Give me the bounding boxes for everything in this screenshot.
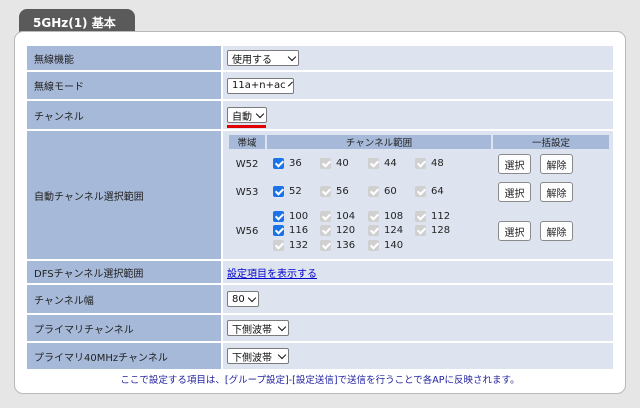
row-auto-range: 自動チャンネル選択範囲 帯域 チャンネル範囲 一括設定 W52 36 40 44… bbox=[27, 131, 613, 259]
row-mode: 無線モード 11a+n+ac bbox=[27, 72, 613, 99]
channel-label: チャンネル bbox=[27, 101, 221, 129]
channel-highlight-underline bbox=[227, 125, 266, 128]
channel-checkbox[interactable]: 52 bbox=[273, 186, 302, 197]
channel-checkbox: 120 bbox=[320, 225, 355, 236]
header-band: 帯域 bbox=[229, 135, 265, 149]
checkbox-checked-icon bbox=[273, 186, 284, 197]
page-tab: 5GHz(1) 基本 bbox=[19, 9, 135, 33]
header-channel-range: チャンネル範囲 bbox=[267, 135, 491, 149]
row-channel: チャンネル 自動 bbox=[27, 101, 613, 129]
width-select[interactable]: 80 bbox=[227, 291, 259, 307]
wireless-label: 無線機能 bbox=[27, 46, 221, 70]
channel-checkbox: 124 bbox=[368, 225, 403, 236]
channel-checkbox[interactable]: 100 bbox=[273, 211, 308, 222]
checkbox-disabled-icon bbox=[415, 186, 426, 197]
channel-checkbox: 128 bbox=[415, 225, 450, 236]
width-label: チャンネル幅 bbox=[27, 285, 221, 313]
checkbox-disabled-icon bbox=[368, 225, 379, 236]
w56-clear-button[interactable]: 解除 bbox=[540, 221, 573, 241]
width-select-value: 80 bbox=[232, 293, 245, 305]
checkbox-disabled-icon bbox=[320, 158, 331, 169]
row-width: チャンネル幅 80 bbox=[27, 285, 613, 313]
wireless-select-value: 使用する bbox=[232, 54, 272, 66]
channel-checkbox: 60 bbox=[368, 186, 397, 197]
row-dfs: DFSチャンネル選択範囲 設定項目を表示する bbox=[27, 261, 613, 283]
channel-checkbox: 48 bbox=[415, 158, 444, 169]
channel-checkbox: 132 bbox=[273, 240, 308, 251]
auto-range-label: 自動チャンネル選択範囲 bbox=[27, 131, 221, 259]
channel-checkbox: 40 bbox=[320, 158, 349, 169]
band-w52: W52 bbox=[229, 151, 265, 177]
w52-bulk: 選択 解除 bbox=[493, 151, 609, 177]
w53-channels: 52 56 60 64 bbox=[267, 179, 491, 205]
chevron-down-icon bbox=[247, 293, 257, 302]
header-bulk: 一括設定 bbox=[493, 135, 609, 149]
w52-clear-button[interactable]: 解除 bbox=[540, 154, 573, 174]
chevron-down-icon bbox=[287, 52, 297, 61]
channel-checkbox: 140 bbox=[368, 240, 403, 251]
w52-select-button[interactable]: 選択 bbox=[498, 154, 531, 174]
mode-select-value: 11a+n+ac bbox=[232, 80, 286, 91]
w52-channels: 36 40 44 48 bbox=[267, 151, 491, 177]
channel-checkbox: 112 bbox=[415, 211, 450, 222]
channel-checkbox: 136 bbox=[320, 240, 355, 251]
checkbox-disabled-icon bbox=[368, 240, 379, 251]
channel-checkbox: 64 bbox=[415, 186, 444, 197]
checkbox-disabled-icon bbox=[320, 240, 331, 251]
row-primary: プライマリチャンネル 下側波帯 bbox=[27, 315, 613, 341]
chevron-down-icon bbox=[277, 322, 287, 331]
checkbox-disabled-icon bbox=[415, 211, 426, 222]
checkbox-checked-icon bbox=[273, 158, 284, 169]
band-w56: W56 bbox=[229, 207, 265, 255]
primary40-label: プライマリ40MHzチャンネル bbox=[27, 343, 221, 369]
row-primary40: プライマリ40MHzチャンネル 下側波帯 bbox=[27, 343, 613, 369]
footer-note: ここで設定する項目は、[グループ設定]-[設定送信]で送信を行うことで各APに反… bbox=[120, 375, 520, 386]
channel-checkbox[interactable]: 36 bbox=[273, 158, 302, 169]
primary40-select-value: 下側波帯 bbox=[232, 352, 272, 364]
chevron-down-icon bbox=[277, 350, 287, 359]
checkbox-disabled-icon bbox=[368, 186, 379, 197]
checkbox-checked-icon bbox=[273, 211, 284, 222]
checkbox-disabled-icon bbox=[273, 240, 284, 251]
checkbox-checked-icon bbox=[273, 225, 284, 236]
w56-select-button[interactable]: 選択 bbox=[498, 221, 531, 241]
band-w53: W53 bbox=[229, 179, 265, 205]
row-wireless: 無線機能 使用する bbox=[27, 46, 613, 70]
chevron-down-icon bbox=[255, 109, 265, 118]
channel-checkbox: 56 bbox=[320, 186, 349, 197]
checkbox-disabled-icon bbox=[415, 158, 426, 169]
wireless-select[interactable]: 使用する bbox=[227, 50, 299, 66]
mode-label: 無線モード bbox=[27, 72, 221, 99]
checkbox-disabled-icon bbox=[320, 225, 331, 236]
channel-checkbox[interactable]: 116 bbox=[273, 225, 308, 236]
checkbox-disabled-icon bbox=[368, 158, 379, 169]
channel-select[interactable]: 自動 bbox=[227, 107, 267, 123]
primary-label: プライマリチャンネル bbox=[27, 315, 221, 341]
chevron-down-icon bbox=[287, 81, 293, 87]
channel-checkbox: 44 bbox=[368, 158, 397, 169]
channel-range-table: 帯域 チャンネル範囲 一括設定 W52 36 40 44 48 選択 解除 W5… bbox=[229, 135, 609, 255]
primary40-select[interactable]: 下側波帯 bbox=[227, 348, 289, 364]
dfs-label: DFSチャンネル選択範囲 bbox=[27, 261, 221, 283]
checkbox-disabled-icon bbox=[368, 211, 379, 222]
checkbox-disabled-icon bbox=[320, 186, 331, 197]
channel-select-value: 自動 bbox=[232, 111, 252, 123]
checkbox-disabled-icon bbox=[320, 211, 331, 222]
w53-clear-button[interactable]: 解除 bbox=[540, 182, 573, 202]
primary-select[interactable]: 下側波帯 bbox=[227, 320, 289, 336]
w56-channels: 100 104 108 112 116 120 124 128 132 136 … bbox=[267, 207, 491, 255]
channel-checkbox: 108 bbox=[368, 211, 403, 222]
w53-bulk: 選択 解除 bbox=[493, 179, 609, 205]
checkbox-disabled-icon bbox=[415, 225, 426, 236]
mode-select[interactable]: 11a+n+ac bbox=[227, 77, 294, 94]
primary-select-value: 下側波帯 bbox=[232, 324, 272, 336]
channel-checkbox: 104 bbox=[320, 211, 355, 222]
w53-select-button[interactable]: 選択 bbox=[498, 182, 531, 202]
show-settings-link[interactable]: 設定項目を表示する bbox=[227, 265, 317, 280]
w56-bulk: 選択 解除 bbox=[493, 207, 609, 255]
